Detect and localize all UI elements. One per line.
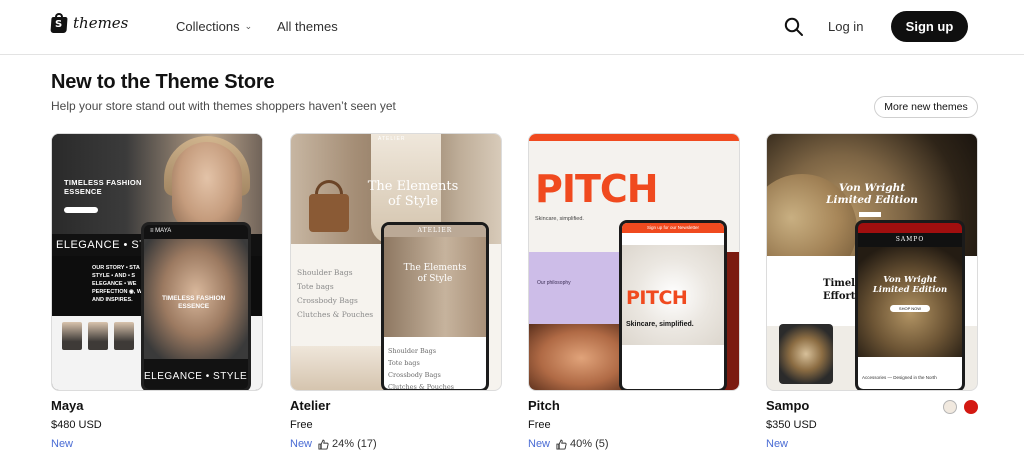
atelier-category: Shoulder Bags (297, 268, 353, 277)
new-badge: New (290, 438, 313, 450)
atelier-hero-title: The Elements of Style (367, 179, 459, 209)
atelier-phone-image (384, 237, 486, 337)
pitch-lavender-block (529, 252, 624, 324)
logo-text: themes (73, 14, 129, 32)
search-icon[interactable] (784, 17, 804, 37)
maya-story-text: OUR STORY • STA STYLE • AND • S ELEGANCE… (92, 265, 146, 303)
sampo-watch-image (779, 324, 833, 384)
new-badge: New (528, 438, 551, 450)
sampo-phone-mockup: SAMPO Von Wright Limited Edition SHOP NO… (855, 220, 965, 390)
atelier-phone-category: Tote bags (388, 359, 420, 367)
top-nav: S themes Collections ⌄ All themes Log in… (0, 0, 1024, 55)
pitch-phone-banner: Sign up for our Newsletter (622, 223, 724, 233)
atelier-phone-brand: ATELIER (384, 225, 486, 237)
pitch-philosophy-text: Our philosophy (537, 280, 571, 286)
theme-preview-pitch[interactable]: PITCH Skincare, simplified. Our philosop… (528, 133, 740, 391)
rating-text: 24% (17) (332, 438, 377, 450)
theme-name-maya[interactable]: Maya (51, 398, 84, 413)
theme-rating: 40% (5) (556, 438, 609, 450)
maya-phone-band: ELEGANCE • STYLE (144, 371, 248, 382)
maya-product-thumb (88, 322, 108, 350)
atelier-category: Clutches & Pouches (297, 310, 374, 319)
theme-price-sampo: $350 USD (766, 419, 817, 431)
atelier-phone-mockup: ATELIER The Elements of Style Shoulder B… (381, 222, 489, 391)
sampo-phone-button: SHOP NOW (890, 305, 930, 312)
theme-price-pitch: Free (528, 419, 551, 431)
thumbs-up-icon (318, 439, 329, 450)
maya-phone-text: TIMELESS FASHION ESSENCE (162, 295, 226, 310)
atelier-category: Tote bags (297, 282, 334, 291)
atelier-phone-category: Shoulder Bags (388, 347, 437, 355)
theme-preview-maya[interactable]: TIMELESS FASHION ESSENCE ELEGANCE • STYL… (51, 133, 263, 391)
nav-collections[interactable]: Collections ⌄ (176, 19, 252, 34)
pitch-skincare-text: Skincare, simplified. (535, 216, 584, 222)
shopify-bag-icon: S (50, 13, 68, 33)
theme-name-pitch[interactable]: Pitch (528, 398, 560, 413)
pitch-phone-logo: PITCH (626, 287, 688, 309)
sampo-phone-bottom-text: Accessories — Designed in the North (858, 357, 962, 389)
atelier-brand: ATELIER (378, 136, 406, 142)
section-subtitle: Help your store stand out with themes sh… (51, 99, 396, 113)
maya-phone-brand: ≡ MAYA (150, 228, 172, 234)
signup-button[interactable]: Sign up (891, 11, 968, 42)
pitch-phone-mockup: Sign up for our Newsletter PITCH Skincar… (619, 220, 727, 390)
rating-text: 40% (5) (570, 438, 609, 450)
theme-name-atelier[interactable]: Atelier (290, 398, 330, 413)
atelier-category-list: Shoulder Bags Tote bags Crossbody Bags C… (297, 266, 373, 322)
chevron-down-icon: ⌄ (244, 21, 253, 31)
color-swatch-red[interactable] (964, 400, 978, 414)
atelier-category: Crossbody Bags (297, 296, 358, 305)
nav-all-themes-label: All themes (277, 19, 338, 34)
maya-phone-mockup: ≡ MAYA TIMELESS FASHION ESSENCE ELEGANCE… (141, 222, 251, 390)
theme-meta-maya: New (51, 438, 73, 450)
theme-preview-sampo[interactable]: Von Wright Limited Edition Timel Effortl… (766, 133, 978, 391)
nav-collections-label: Collections (176, 19, 240, 34)
theme-preview-atelier[interactable]: ATELIER The Elements of Style Shoulder B… (290, 133, 502, 391)
sampo-hero-title: Von Wright Limited Edition (826, 182, 918, 206)
login-link[interactable]: Log in (828, 19, 863, 34)
pitch-big-logo: PITCH (535, 167, 659, 211)
theme-price-maya: $480 USD (51, 419, 102, 431)
color-swatch-cream[interactable] (943, 400, 957, 414)
theme-price-atelier: Free (290, 419, 313, 431)
theme-name-sampo[interactable]: Sampo (766, 398, 809, 413)
pitch-face-image (529, 324, 624, 390)
atelier-phone-list: Shoulder Bags Tote bags Crossbody Bags C… (388, 345, 454, 391)
maya-hero-text: TIMELESS FASHION ESSENCE (64, 178, 142, 196)
atelier-bottom-image (291, 346, 383, 390)
sampo-phone-title: Von Wright Limited Edition (872, 275, 948, 295)
new-badge: New (766, 438, 789, 450)
theme-meta-pitch: New 40% (5) (528, 438, 609, 450)
theme-rating: 24% (17) (318, 438, 377, 450)
theme-meta-atelier: New 24% (17) (290, 438, 377, 450)
sampo-hero-button (859, 212, 881, 217)
sampo-phone-topbar (858, 223, 962, 233)
sampo-phone-brand: SAMPO (858, 233, 962, 247)
pitch-top-strip (529, 134, 739, 141)
pitch-phone-tagline: Skincare, simplified. (626, 321, 694, 328)
maya-product-thumb (114, 322, 134, 350)
section-title: New to the Theme Store (51, 71, 275, 93)
atelier-phone-category: Crossbody Bags (388, 371, 441, 379)
theme-meta-sampo: New (766, 438, 788, 450)
maya-hero-button (64, 207, 98, 213)
atelier-phone-category: Clutches & Pouches (388, 383, 454, 391)
maya-hero-face (172, 142, 242, 232)
sampo-phone-image (858, 247, 962, 357)
maya-product-thumb (62, 322, 82, 350)
shopify-themes-logo[interactable]: S themes (50, 13, 129, 33)
atelier-phone-title: The Elements of Style (403, 263, 467, 284)
nav-all-themes[interactable]: All themes (277, 19, 338, 34)
more-new-themes-button[interactable]: More new themes (874, 96, 978, 118)
thumbs-up-icon (556, 439, 567, 450)
new-badge: New (51, 438, 74, 450)
